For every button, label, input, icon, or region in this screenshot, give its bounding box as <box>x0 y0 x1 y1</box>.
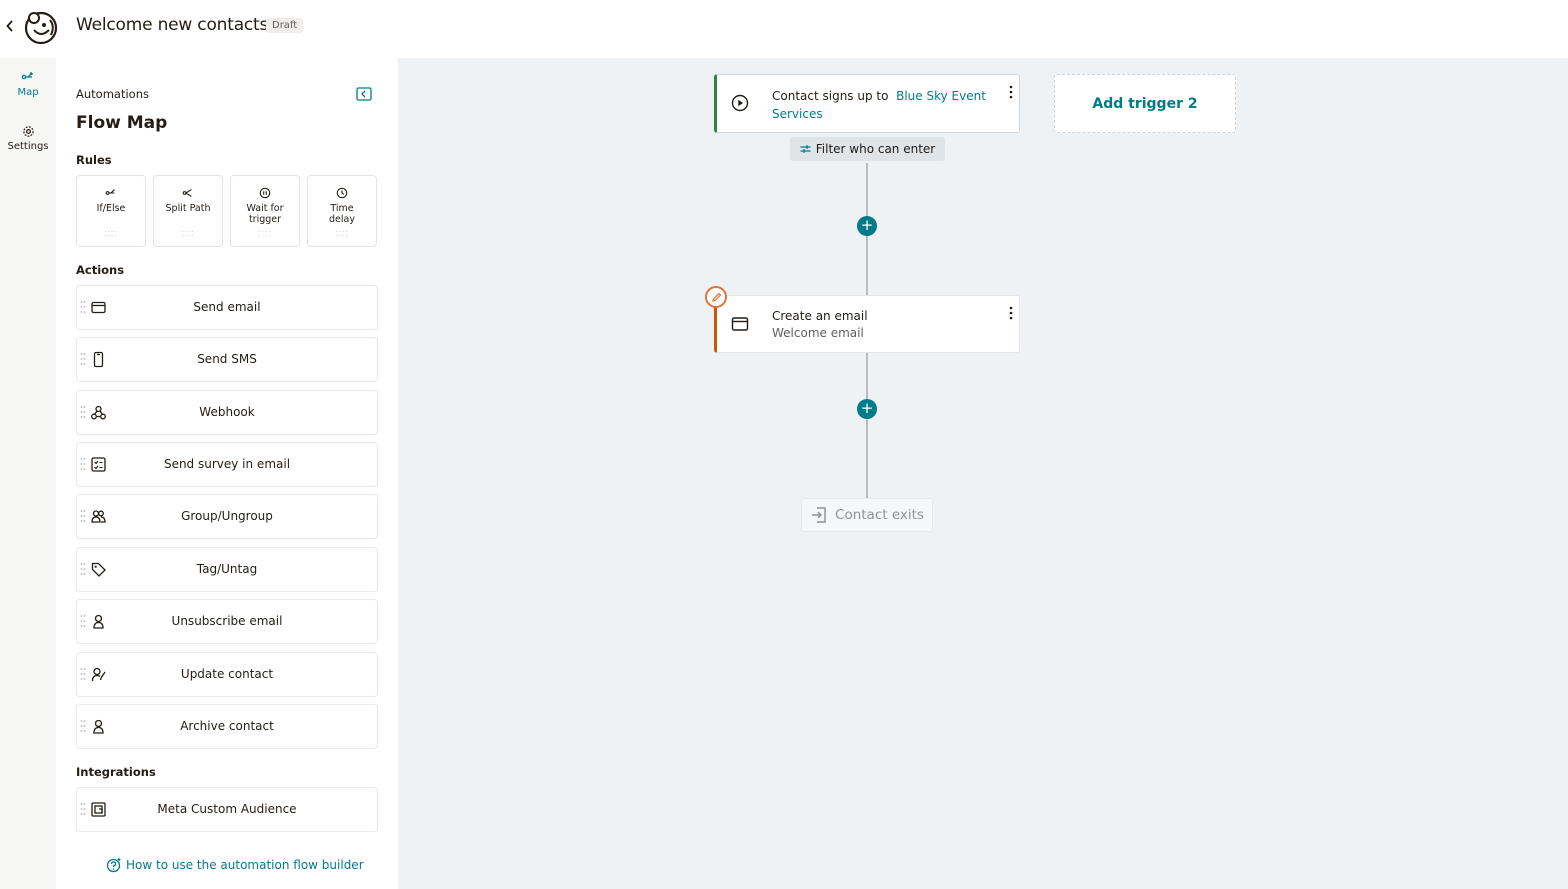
add-trigger-button[interactable]: Add trigger 2 <box>1054 74 1236 133</box>
action-label: Update contact <box>180 667 274 681</box>
status-badge: Draft <box>266 18 304 33</box>
integration-meta-custom-audience[interactable]: Meta Custom Audience <box>76 787 378 832</box>
integrations-section-title: Integrations <box>76 765 156 779</box>
action-label: Archive contact <box>180 719 274 733</box>
contact-exits-label: Contact exits <box>835 507 924 523</box>
pause-circle-icon <box>259 187 271 199</box>
rule-label: Wait for trigger <box>246 203 284 225</box>
action-send-sms[interactable]: Send SMS <box>76 337 378 382</box>
action-webhook[interactable]: Webhook <box>76 390 378 435</box>
drag-grip-icon: ⁚⁚⁚⁚ <box>335 230 349 238</box>
more-options-icon[interactable] <box>1009 306 1013 320</box>
more-options-icon[interactable] <box>1009 85 1013 99</box>
connector-line <box>866 353 868 498</box>
trigger-label: Contact signs up to <box>772 89 889 103</box>
actions-section-title: Actions <box>76 263 125 277</box>
action-label: Group/Ungroup <box>181 509 273 523</box>
play-circle-icon <box>731 94 749 112</box>
filter-who-can-enter-button[interactable]: Filter who can enter <box>790 137 945 161</box>
action-label: Send survey in email <box>163 457 291 471</box>
rail-item-settings[interactable]: Settings <box>0 125 56 152</box>
rule-label: If/Else <box>96 203 126 214</box>
back-chevron-icon[interactable] <box>3 16 17 36</box>
flow-canvas[interactable]: Contact signs up to Blue Sky Event Servi… <box>398 58 1568 889</box>
rail-label-map: Map <box>17 87 39 98</box>
filter-sliders-icon <box>800 145 811 153</box>
action-tag-untag[interactable]: Tag/Untag <box>76 547 378 592</box>
action-label: Tag/Untag <box>196 562 258 576</box>
action-label: Unsubscribe email <box>171 614 283 628</box>
trigger-card[interactable]: Contact signs up to Blue Sky Event Servi… <box>714 74 1020 133</box>
page-title: Welcome new contacts <box>76 15 269 35</box>
left-rail: Map Settings <box>0 58 56 889</box>
add-step-button[interactable]: + <box>857 216 877 236</box>
email-step-card[interactable]: Create an email Welcome email <box>714 295 1020 353</box>
split-path-icon <box>182 189 192 197</box>
help-sparkle-icon <box>106 858 121 873</box>
action-group-ungroup[interactable]: Group/Ungroup <box>76 494 378 539</box>
sidebar-panel: Automations Flow Map Rules If/Else ⁚⁚⁚⁚ … <box>56 58 398 889</box>
action-label: Send email <box>193 300 261 314</box>
email-step-subtitle: Welcome email <box>772 326 864 340</box>
rule-label: Time delay <box>329 203 355 225</box>
action-unsubscribe-email[interactable]: Unsubscribe email <box>76 599 378 644</box>
exit-icon <box>812 507 826 523</box>
edit-pencil-icon[interactable] <box>705 286 727 308</box>
top-header: Welcome new contacts Draft <box>0 0 1568 58</box>
rule-label: Split Path <box>165 203 211 214</box>
drag-grip-icon: ⁚⁚⁚⁚ <box>181 230 195 238</box>
clock-icon <box>336 187 348 199</box>
rule-if-else[interactable]: If/Else ⁚⁚⁚⁚ <box>76 175 146 247</box>
help-link[interactable]: How to use the automation flow builder <box>106 857 364 873</box>
add-step-button[interactable]: + <box>857 399 877 419</box>
rule-split-path[interactable]: Split Path ⁚⁚⁚⁚ <box>153 175 223 247</box>
trigger-text: Contact signs up to Blue Sky Event Servi… <box>772 87 997 123</box>
action-send-survey[interactable]: Send survey in email <box>76 442 378 487</box>
mailchimp-logo-icon[interactable] <box>22 8 60 46</box>
rail-item-map[interactable]: Map <box>0 70 56 98</box>
action-archive-contact[interactable]: Archive contact <box>76 704 378 749</box>
email-step-title: Create an email <box>772 309 868 323</box>
split-icon <box>21 72 33 80</box>
collapse-panel-icon[interactable] <box>356 86 372 101</box>
action-send-email[interactable]: Send email <box>76 285 378 330</box>
action-update-contact[interactable]: Update contact <box>76 652 378 697</box>
contact-exits-node: Contact exits <box>801 498 933 532</box>
action-label: Webhook <box>199 405 255 419</box>
drag-grip-icon: ⁚⁚⁚⁚ <box>258 230 272 238</box>
gear-icon <box>22 126 34 137</box>
rule-time-delay[interactable]: Time delay ⁚⁚⁚⁚ <box>307 175 377 247</box>
rule-wait-for-trigger[interactable]: Wait for trigger ⁚⁚⁚⁚ <box>230 175 300 247</box>
envelope-icon <box>731 317 749 331</box>
panel-heading: Flow Map <box>76 113 168 133</box>
drag-grip-icon: ⁚⁚⁚⁚ <box>104 230 118 238</box>
action-label: Send SMS <box>197 352 257 366</box>
branch-icon <box>105 189 115 195</box>
rules-section-title: Rules <box>76 153 112 167</box>
help-link-label: How to use the automation flow builder <box>126 858 364 872</box>
action-label: Meta Custom Audience <box>157 802 297 816</box>
filter-label: Filter who can enter <box>815 142 936 156</box>
rail-label-settings: Settings <box>7 141 49 152</box>
breadcrumb[interactable]: Automations <box>76 87 149 101</box>
